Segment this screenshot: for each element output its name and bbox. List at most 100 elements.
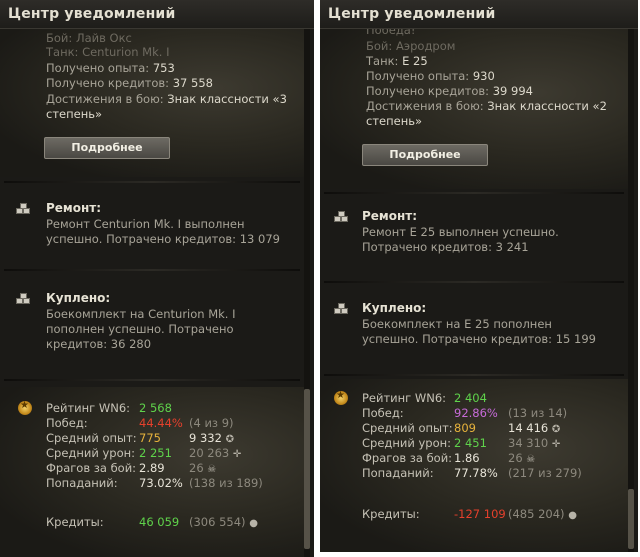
- details-button[interactable]: Подробнее: [44, 137, 170, 159]
- panel-titlebar[interactable]: Центр уведомлений: [320, 0, 638, 29]
- purchase-text-2: успешно. Потрачено кредитов: 15 199: [362, 332, 596, 346]
- total-damage: 34 310 ✛: [508, 436, 561, 450]
- total-damage: 20 263 ✛: [189, 446, 242, 460]
- purchase-notification: Куплено: Боекомплект на E 25 пополнен ус…: [320, 291, 628, 371]
- medal-icon: [18, 400, 32, 415]
- battle-tank-line: Танк: E 25: [366, 54, 428, 68]
- purchase-text-3: кредитов: 36 280: [46, 337, 152, 351]
- total-exp: 9 332 ✪: [189, 431, 234, 445]
- hits-value: 77.78%: [454, 466, 498, 480]
- repair-notification: Ремонт: Ремонт E 25 выполнен успешно. По…: [320, 201, 628, 281]
- wn6-value: 2 568: [139, 401, 172, 415]
- divider: [324, 192, 624, 194]
- avg-exp-label: Средний опыт:: [362, 421, 453, 435]
- hits-count: (138 из 189): [189, 476, 263, 490]
- wins-label: Побед:: [362, 406, 404, 420]
- coins-icon: [16, 293, 30, 305]
- scrollbar[interactable]: [304, 29, 310, 557]
- battle-exp-line: Получено опыта: 930: [366, 69, 495, 83]
- credits-label: Кредиты:: [362, 507, 420, 521]
- divider: [324, 281, 624, 283]
- crosshair-icon: ✛: [551, 439, 561, 450]
- divider: [4, 379, 300, 381]
- purchase-notification: Куплено: Боекомплект на Centurion Mk. I …: [0, 279, 304, 379]
- frags-label: Фрагов за бой:: [362, 451, 453, 465]
- battle-achievements-line-2: степень»: [46, 107, 103, 121]
- purchase-text-2: пополнен успешно. Потрачено: [46, 322, 234, 336]
- battle-exp-line: Получено опыта: 753: [46, 61, 175, 75]
- panel-title: Центр уведомлений: [328, 6, 496, 22]
- repair-text-1: Ремонт Centurion Mk. I выполнен: [46, 217, 245, 231]
- repair-text-2: Потрачено кредитов: 3 241: [362, 240, 529, 254]
- frags-value: 1.86: [454, 451, 480, 465]
- notification-center-panel-left: Центр уведомлений Бой: Лайв Окс Танк: Ce…: [0, 0, 314, 557]
- total-credits: (485 204) ●: [508, 507, 577, 521]
- battle-credits-line: Получено кредитов: 39 994: [366, 84, 533, 98]
- credits-value: 46 059: [139, 515, 180, 529]
- avg-damage-value: 2 451: [454, 436, 487, 450]
- total-frags: 26 ☠: [508, 451, 536, 465]
- wins-count: (4 из 9): [189, 416, 234, 430]
- panel-titlebar[interactable]: Центр уведомлений: [0, 0, 314, 29]
- total-frags: 26 ☠: [189, 461, 217, 475]
- hits-label: Попаданий:: [46, 476, 118, 490]
- battle-credits-line: Получено кредитов: 37 558: [46, 76, 213, 90]
- hits-value: 73.02%: [139, 476, 183, 490]
- skull-icon: ☠: [207, 464, 217, 475]
- avg-exp-value: 809: [454, 421, 476, 435]
- repair-text-1: Ремонт E 25 выполнен успешно.: [362, 225, 559, 239]
- divider: [4, 269, 300, 271]
- avg-exp-label: Средний опыт:: [46, 431, 137, 445]
- purchase-text-1: Боекомплект на Centurion Mk. I: [46, 307, 236, 321]
- purchase-title: Куплено:: [46, 291, 111, 305]
- rating-card: Рейтинг WN6: 2 568 Побед: 44.44% (4 из 9…: [0, 387, 304, 557]
- rating-card: Рейтинг WN6: 2 404 Побед: 92.86% (13 из …: [320, 379, 628, 552]
- purchase-text-1: Боекомплект на E 25 пополнен: [362, 317, 552, 331]
- avg-damage-label: Средний урон:: [362, 436, 452, 450]
- battle-achievements-line: Достижения в бою: Знак классности «2: [366, 99, 607, 113]
- battle-result-card: Бой: Лайв Окс Танк: Centurion Mk. I Полу…: [0, 29, 304, 177]
- star-icon: ✪: [551, 424, 561, 435]
- battle-result-card: Победа! Бой: Аэродром Танк: E 25 Получен…: [320, 29, 628, 189]
- hits-count: (217 из 279): [508, 466, 582, 480]
- wn6-label: Рейтинг WN6:: [46, 401, 131, 415]
- panel-title: Центр уведомлений: [8, 6, 176, 22]
- total-exp: 14 416 ✪: [508, 421, 561, 435]
- wn6-label: Рейтинг WN6:: [362, 391, 447, 405]
- repair-text-2: успешно. Потрачено кредитов: 13 079: [46, 232, 280, 246]
- repair-notification: Ремонт: Ремонт Centurion Mk. I выполнен …: [0, 189, 304, 269]
- coins-icon: [16, 203, 30, 215]
- crosshair-icon: ✛: [232, 449, 242, 460]
- wins-value: 92.86%: [454, 406, 498, 420]
- purchase-title: Куплено:: [362, 301, 427, 315]
- frags-label: Фрагов за бой:: [46, 461, 137, 475]
- credits-label: Кредиты:: [46, 515, 104, 529]
- battle-tank-line: Танк: Centurion Mk. I: [46, 45, 170, 59]
- wins-count: (13 из 14): [508, 406, 568, 420]
- scrollbar-thumb[interactable]: [304, 389, 310, 549]
- divider: [324, 374, 624, 376]
- battle-map-line: Бой: Лайв Окс: [46, 31, 132, 45]
- star-icon: ✪: [225, 434, 234, 445]
- repair-title: Ремонт:: [46, 201, 102, 215]
- credits-value: -127 109: [454, 507, 506, 521]
- details-button[interactable]: Подробнее: [362, 144, 488, 166]
- hits-label: Попаданий:: [362, 466, 434, 480]
- coin-icon: ●: [568, 510, 577, 521]
- battle-achievements-line: Достижения в бою: Знак классности «3: [46, 92, 287, 106]
- medal-icon: [334, 390, 348, 405]
- skull-icon: ☠: [526, 454, 536, 465]
- total-credits: (306 554) ●: [189, 515, 258, 529]
- divider: [4, 181, 300, 183]
- coins-icon: [334, 211, 348, 223]
- avg-damage-label: Средний урон:: [46, 446, 136, 460]
- scrollbar[interactable]: [628, 29, 634, 552]
- victory-line: Победа!: [366, 29, 416, 37]
- battle-achievements-line-2: степень»: [366, 114, 423, 128]
- wn6-value: 2 404: [454, 391, 487, 405]
- scrollbar-thumb[interactable]: [628, 489, 634, 549]
- avg-exp-value: 775: [139, 431, 161, 445]
- wins-value: 44.44%: [139, 416, 183, 430]
- coins-icon: [334, 303, 348, 315]
- coin-icon: ●: [249, 518, 258, 529]
